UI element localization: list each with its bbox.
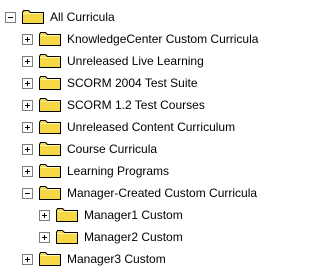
tree-node-label[interactable]: Unreleased Live Learning (67, 54, 204, 68)
tree-node-label[interactable]: Unreleased Content Curriculum (67, 120, 235, 134)
plus-box-icon[interactable] (22, 99, 33, 111)
plus-box-icon[interactable] (22, 143, 33, 155)
plus-box-icon[interactable] (22, 77, 33, 89)
plus-box-icon[interactable] (22, 33, 33, 45)
folder-icon (39, 98, 61, 112)
folder-icon (22, 10, 44, 24)
tree-node-label[interactable]: All Curricula (50, 10, 115, 24)
curricula-tree: All Curricula KnowledgeCenter Custom Cur… (0, 0, 295, 278)
tree-node-label[interactable]: Manager3 Custom (67, 252, 166, 266)
folder-icon (39, 164, 61, 178)
tree-node-label[interactable]: Learning Programs (67, 164, 169, 178)
tree-node-knowledgecenter-custom-curricula[interactable]: KnowledgeCenter Custom Curricula (22, 28, 258, 50)
tree-node-label[interactable]: SCORM 1.2 Test Courses (67, 98, 205, 112)
tree-node-manager2-custom[interactable]: Manager2 Custom (39, 226, 183, 248)
folder-icon (39, 186, 61, 200)
tree-node-label[interactable]: KnowledgeCenter Custom Curricula (67, 32, 258, 46)
tree-node-manager3-custom[interactable]: Manager3 Custom (22, 248, 166, 270)
plus-box-icon[interactable] (39, 209, 50, 221)
folder-icon (39, 32, 61, 46)
tree-node-course-curricula[interactable]: Course Curricula (22, 138, 157, 160)
folder-icon (39, 120, 61, 134)
minus-box-icon[interactable] (5, 11, 16, 23)
tree-node-label[interactable]: Manager-Created Custom Curricula (67, 186, 257, 200)
tree-node-scorm-2004-test-suite[interactable]: SCORM 2004 Test Suite (22, 72, 198, 94)
plus-box-icon[interactable] (22, 253, 33, 265)
plus-box-icon[interactable] (22, 121, 33, 133)
minus-box-icon[interactable] (22, 187, 33, 199)
folder-icon (56, 230, 78, 244)
folder-icon (39, 142, 61, 156)
tree-node-manager-created-custom-curricula[interactable]: Manager-Created Custom Curricula (22, 182, 257, 204)
tree-node-label[interactable]: Manager2 Custom (84, 230, 183, 244)
plus-box-icon[interactable] (39, 231, 50, 243)
folder-icon (39, 54, 61, 68)
tree-node-label[interactable]: Course Curricula (67, 142, 157, 156)
tree-node-label[interactable]: SCORM 2004 Test Suite (67, 76, 198, 90)
plus-box-icon[interactable] (22, 165, 33, 177)
tree-node-scorm-1-2-test-courses[interactable]: SCORM 1.2 Test Courses (22, 94, 205, 116)
folder-icon (39, 76, 61, 90)
tree-node-all-curricula[interactable]: All Curricula (5, 6, 115, 28)
plus-box-icon[interactable] (22, 55, 33, 67)
tree-node-label[interactable]: Manager1 Custom (84, 208, 183, 222)
folder-icon (39, 252, 61, 266)
tree-node-unreleased-live-learning[interactable]: Unreleased Live Learning (22, 50, 204, 72)
tree-node-unreleased-content-curriculum[interactable]: Unreleased Content Curriculum (22, 116, 235, 138)
tree-node-manager1-custom[interactable]: Manager1 Custom (39, 204, 183, 226)
tree-node-learning-programs[interactable]: Learning Programs (22, 160, 169, 182)
folder-icon (56, 208, 78, 222)
